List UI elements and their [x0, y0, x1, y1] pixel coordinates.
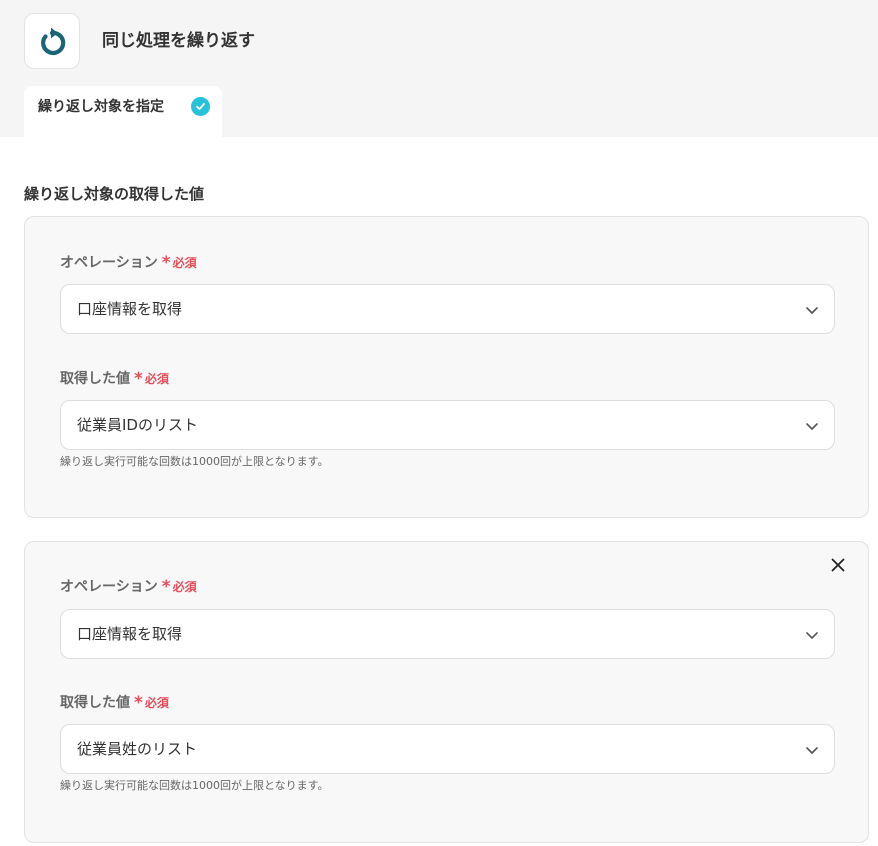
header-area: 同じ処理を繰り返す 繰り返し対象を指定 — [0, 0, 878, 137]
tab-target-spec[interactable]: 繰り返し対象を指定 — [24, 86, 222, 137]
chevron-down-icon — [806, 423, 818, 430]
operation-select-value: 口座情報を取得 — [77, 625, 183, 643]
value-label: 取得した値 * 必須 — [60, 369, 169, 389]
required-badge: 必須 — [144, 372, 169, 386]
value-select-value: 従業員IDのリスト — [77, 416, 198, 434]
tab-label: 繰り返し対象を指定 — [38, 99, 164, 115]
value-select[interactable]: 従業員IDのリスト — [60, 400, 835, 450]
limit-hint: 繰り返し実行可能な回数は1000回が上限となります。 — [60, 779, 329, 792]
required-asterisk: * — [134, 693, 143, 713]
required-badge: 必須 — [172, 580, 197, 594]
required-badge: 必須 — [144, 696, 169, 710]
value-select[interactable]: 従業員姓のリスト — [60, 724, 835, 774]
chevron-down-icon — [806, 307, 818, 314]
chevron-down-icon — [806, 747, 818, 754]
chevron-down-icon — [806, 632, 818, 639]
operation-select[interactable]: 口座情報を取得 — [60, 609, 835, 659]
app-icon-tile — [24, 13, 80, 69]
loop-target-card: オペレーション * 必須 口座情報を取得 取得した値 * 必須 従業員IDのリス… — [24, 216, 869, 518]
operation-label-text: オペレーション — [60, 255, 158, 271]
operation-select-value: 口座情報を取得 — [77, 300, 183, 318]
value-label-text: 取得した値 — [60, 695, 130, 711]
operation-label: オペレーション * 必須 — [60, 253, 197, 273]
limit-hint: 繰り返し実行可能な回数は1000回が上限となります。 — [60, 455, 329, 468]
required-asterisk: * — [161, 253, 171, 273]
loop-target-card: オペレーション * 必須 口座情報を取得 取得した値 * 必須 従業員姓のリスト… — [24, 541, 869, 843]
required-asterisk: * — [134, 369, 143, 389]
value-label: 取得した値 * 必須 — [60, 693, 169, 713]
section-title: 繰り返し対象の取得した値 — [24, 185, 205, 203]
value-select-value: 従業員姓のリスト — [77, 740, 198, 758]
operation-label-text: オペレーション — [60, 579, 158, 595]
operation-select[interactable]: 口座情報を取得 — [60, 284, 835, 334]
close-icon[interactable] — [830, 557, 846, 573]
value-label-text: 取得した値 — [60, 371, 130, 387]
required-badge: 必須 — [172, 256, 197, 270]
loop-arrow-icon — [41, 27, 66, 55]
page-title: 同じ処理を繰り返す — [102, 31, 255, 51]
check-circle-icon — [191, 97, 210, 116]
required-asterisk: * — [161, 577, 171, 597]
operation-label: オペレーション * 必須 — [60, 577, 197, 597]
